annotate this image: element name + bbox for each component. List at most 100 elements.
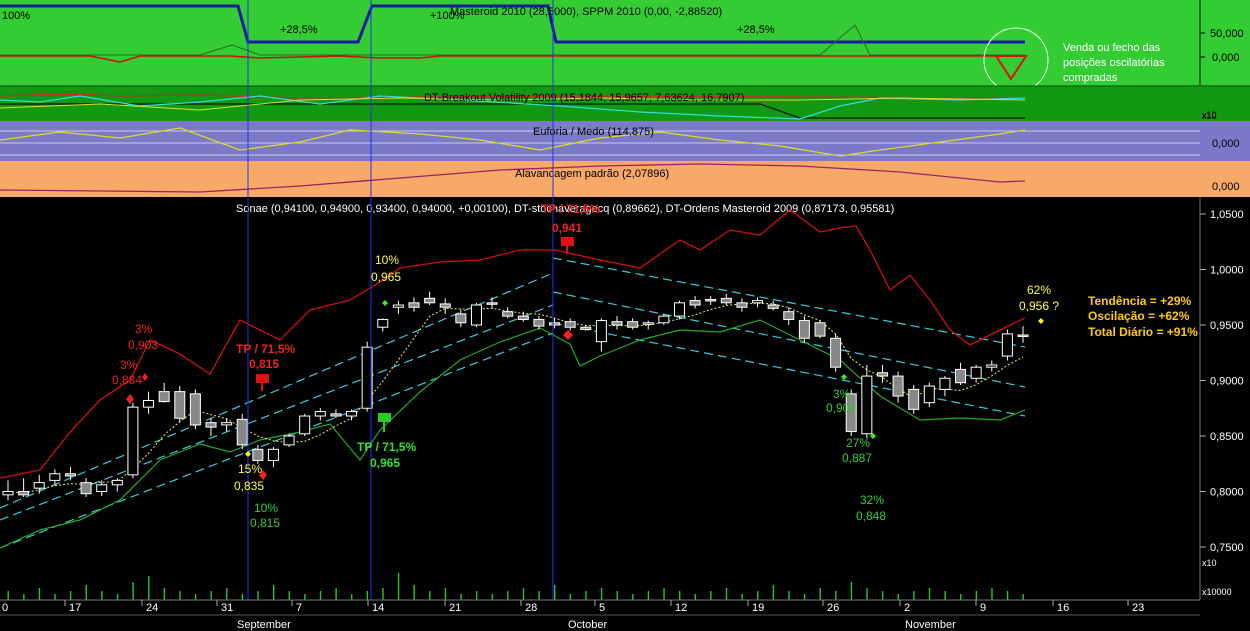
volume-bar (444, 588, 447, 600)
candle-body (673, 302, 685, 317)
candle-body (299, 415, 311, 435)
volume-bar (569, 594, 572, 600)
masteroid-pct-left: 100% (2, 10, 30, 22)
euforia-title: Euforia / Medo (114,875) (533, 126, 654, 138)
volume-bar (475, 591, 478, 600)
candle-body (876, 372, 888, 377)
candle-body (955, 368, 967, 384)
label-0965-g: 0,965 (370, 456, 400, 470)
candle-body (611, 321, 623, 326)
candle-body (283, 435, 295, 446)
masteroid-note-line-2: posições oscilatórias (1063, 57, 1165, 69)
x-tick-label: 31 (221, 602, 233, 614)
volume-bar (38, 588, 41, 600)
candle-body (236, 418, 248, 446)
volume-bar (335, 588, 337, 600)
label-15pct: 15% (238, 462, 262, 476)
label-0835: 0,835 (234, 479, 264, 493)
volume-bar (866, 588, 868, 600)
breakout-title: DT-Breakout Volatility 2009 (15,1844, 15… (424, 92, 744, 104)
label-32pct: 32% (860, 493, 884, 507)
volume-bar (725, 588, 728, 600)
volume-bar (23, 594, 25, 600)
candle-body (595, 320, 607, 343)
buy-box-icon (378, 413, 391, 422)
alavancagem-title: Alavancagem padrão (2,07896) (515, 168, 669, 180)
label-3pct-b: 3% (120, 358, 138, 372)
label-27pct: 27% (846, 436, 870, 450)
breakout-panel: DT-Breakout Volatility 2009 (15,1844, 15… (0, 85, 1250, 121)
volume-bar (554, 585, 556, 600)
volume-bar (101, 591, 103, 600)
y-tick-label: 1,0500 (1210, 209, 1244, 221)
volume-bar (913, 591, 915, 600)
candle-body (861, 375, 873, 435)
x-tick-label: 19 (752, 602, 764, 614)
volume-bar (226, 588, 228, 600)
label-tp-red-2: TP / 71,5% (541, 202, 600, 216)
candle-body (752, 300, 764, 304)
x-tick-label: 12 (675, 602, 687, 614)
candle-body (908, 388, 920, 410)
summary-tendencia: Tendência = +29% (1088, 294, 1191, 308)
masteroid-axis-0: 0,000 (1212, 52, 1240, 64)
volume-bar (772, 585, 775, 600)
label-0815-red: 0,815 (249, 357, 279, 371)
volume-bar (257, 591, 259, 600)
volume-bar (975, 591, 978, 600)
volume-bar (803, 594, 806, 600)
volume-bar (694, 594, 696, 600)
label-3pct-g: 3% (833, 387, 851, 401)
masteroid-note-line-1: Venda ou fecho das (1063, 42, 1161, 54)
volume-bar (663, 588, 665, 600)
candle-body (174, 391, 186, 419)
volume-bar (819, 588, 821, 600)
summary-total: Total Diário = +91% (1088, 325, 1198, 339)
volume-scale: x10 (1202, 558, 1217, 568)
month-october: October (568, 619, 607, 631)
x-tick-label: 24 (146, 602, 158, 614)
volume-unit: x10000 (1202, 587, 1232, 597)
volume-bar (647, 591, 650, 600)
label-0903: 0,903 (128, 338, 158, 352)
x-tick-label: 26 (827, 602, 839, 614)
month-september: September (237, 619, 291, 631)
candle-body (64, 473, 76, 477)
volume-bar (460, 594, 462, 600)
candle-body (49, 473, 61, 481)
volume-bar (1022, 594, 1024, 600)
volume-bar (991, 588, 993, 600)
volume-bar (54, 594, 56, 600)
euforia-scale: x10 (1202, 111, 1217, 121)
volume-bar (522, 588, 525, 600)
volume-bar (507, 591, 509, 600)
volume-bar (600, 588, 603, 600)
label-10pct-g: 10% (254, 501, 278, 515)
candle-body (689, 300, 701, 306)
candle-body (314, 411, 326, 417)
volume-bar (382, 588, 384, 600)
candle-body (642, 322, 654, 325)
candle-body (580, 326, 592, 330)
volume-bar (1006, 591, 1009, 600)
candle-body (627, 321, 639, 328)
volume-bar (850, 582, 853, 600)
masteroid-pct-b: +28,5% (737, 24, 775, 36)
volume-bar (741, 594, 743, 600)
label-0887: 0,887 (842, 451, 872, 465)
volume-bar (710, 591, 712, 600)
volume-bar (272, 585, 275, 600)
candle-body (798, 320, 810, 339)
label-10pct-y: 10% (375, 253, 399, 267)
volume-bar (944, 591, 946, 600)
alavancagem-axis-0: 0,000 (1212, 181, 1240, 193)
candle-body (221, 422, 233, 426)
x-tick-label: 16 (1057, 602, 1069, 614)
volume-bar (194, 594, 197, 600)
candle-body (502, 311, 514, 317)
alavancagem-panel: Alavancagem padrão (2,07896) 0,000 (0, 161, 1250, 197)
volume-bar (538, 591, 540, 600)
candle-body (330, 413, 342, 417)
volume-bar (351, 594, 353, 600)
label-0884: 0,884 (112, 373, 142, 387)
